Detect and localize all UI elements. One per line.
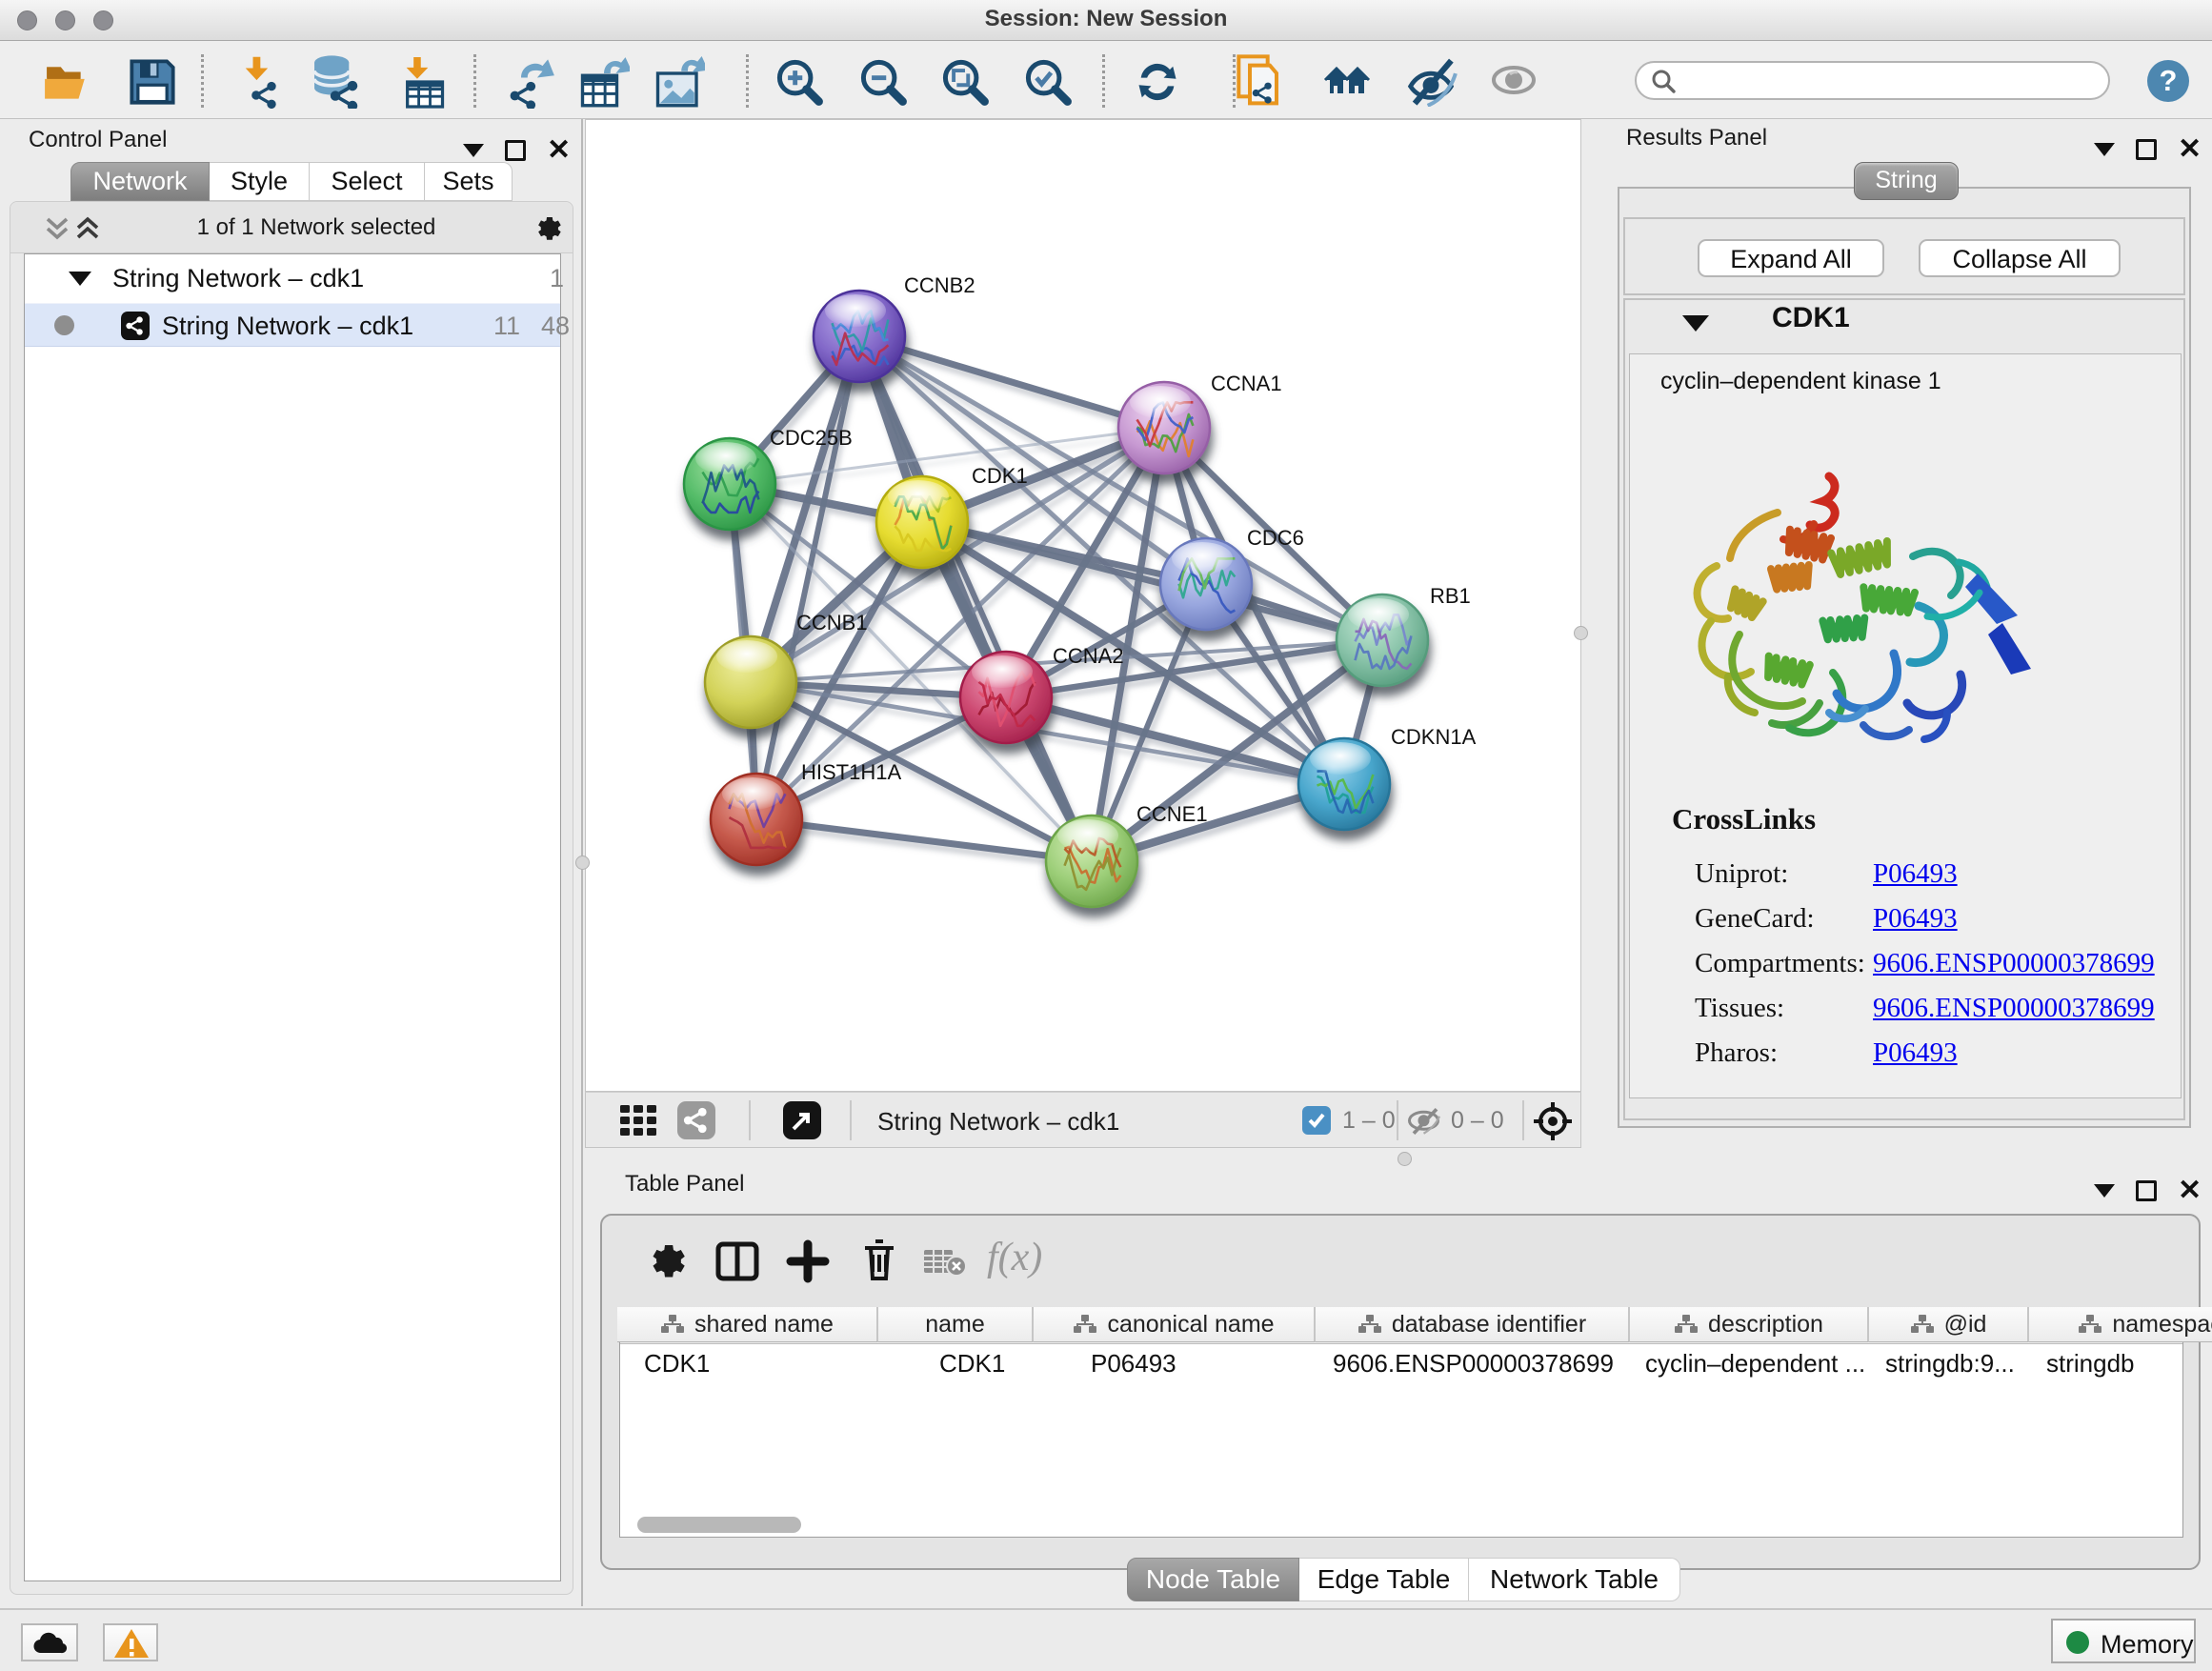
svg-text:CCNA2: CCNA2	[1053, 644, 1124, 668]
svg-text:CCNB1: CCNB1	[796, 611, 868, 634]
svg-text:CCNA1: CCNA1	[1211, 372, 1282, 395]
svg-text:CDC25B: CDC25B	[770, 426, 853, 450]
svg-text:RB1: RB1	[1430, 584, 1471, 608]
svg-text:CDK1: CDK1	[972, 464, 1028, 488]
svg-text:CDC6: CDC6	[1247, 526, 1304, 550]
svg-text:CCNE1: CCNE1	[1136, 802, 1208, 826]
svg-text:HIST1H1A: HIST1H1A	[801, 760, 901, 784]
svg-text:CCNB2: CCNB2	[904, 273, 975, 297]
svg-text:CDKN1A: CDKN1A	[1391, 725, 1477, 749]
